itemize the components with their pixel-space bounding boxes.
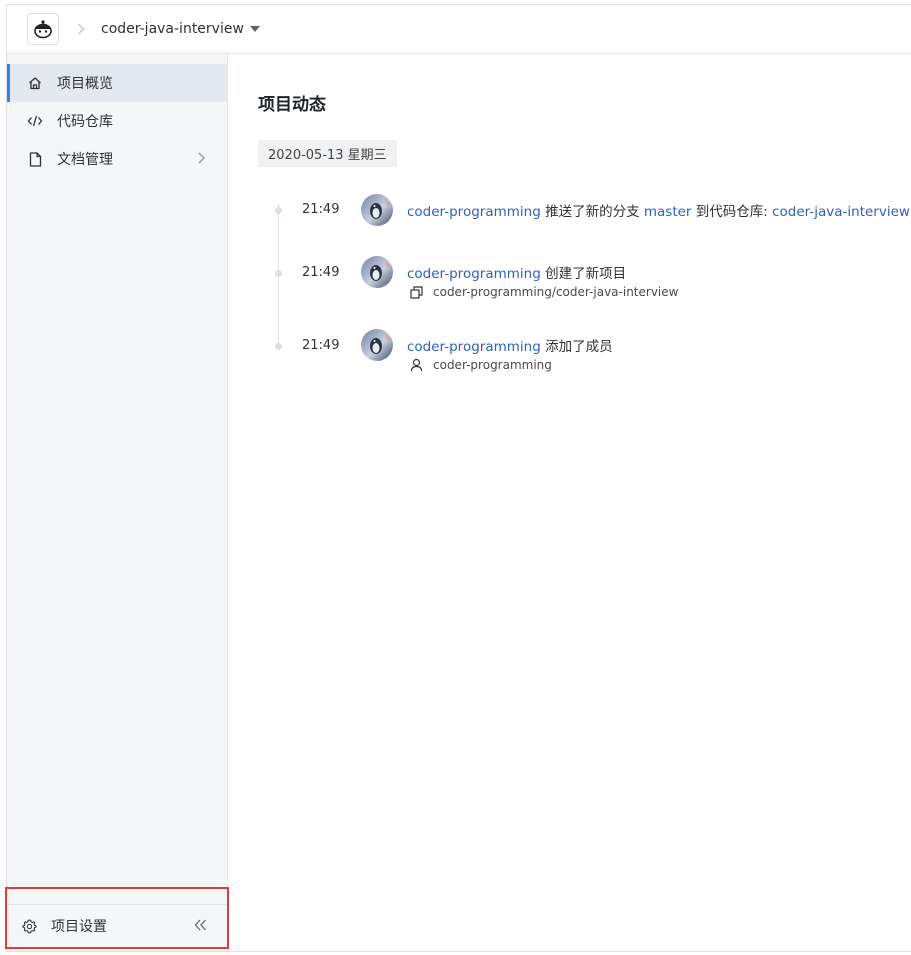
user-link[interactable]: coder-programming <box>407 204 541 220</box>
project-settings-button[interactable]: 项目设置 <box>7 904 227 947</box>
chevron-right-icon <box>198 152 205 168</box>
activity-text: coder-programming 推送了新的分支 master 到代码仓库: … <box>407 200 910 220</box>
activity-detail: coder-programming <box>409 358 552 372</box>
date-badge: 2020-05-13 星期三 <box>258 140 397 167</box>
timeline-dot <box>275 343 282 350</box>
activity-detail: coder-programming/coder-java-interview <box>409 285 678 299</box>
app-frame: coder-java-interview 项目概览 代码仓库 文档管理 项目动态… <box>6 4 911 952</box>
gear-icon <box>21 918 37 934</box>
top-bar: coder-java-interview <box>7 5 911 54</box>
caret-down-icon[interactable] <box>249 26 260 32</box>
mascot-logo-icon[interactable] <box>27 13 59 45</box>
sidebar-item-label: 代码仓库 <box>57 114 113 130</box>
activity-time: 21:49 <box>302 265 340 280</box>
activity-time: 21:49 <box>302 338 340 353</box>
sidebar-item-docs[interactable]: 文档管理 <box>7 140 227 178</box>
activity-action: 添加了成员 <box>540 339 613 355</box>
avatar[interactable] <box>361 256 393 288</box>
branch-link[interactable]: master <box>644 204 692 220</box>
copy-icon <box>409 285 423 299</box>
activity-action: 创建了新项目 <box>540 266 627 282</box>
sidebar-item-code[interactable]: 代码仓库 <box>7 102 227 140</box>
user-link[interactable]: coder-programming <box>407 339 541 355</box>
timeline-dot <box>275 270 282 277</box>
member-link[interactable]: coder-programming <box>433 358 552 372</box>
project-path-link[interactable]: coder-programming/coder-java-interview <box>433 285 678 299</box>
repo-link[interactable]: coder-java-interview <box>772 204 910 220</box>
home-icon <box>27 75 43 91</box>
sidebar: 项目概览 代码仓库 文档管理 <box>7 54 228 951</box>
settings-highlight: 项目设置 <box>5 887 229 949</box>
collapse-sidebar-icon[interactable] <box>194 919 207 935</box>
main-content: 项目动态 2020-05-13 星期三 21:49 coder-programm… <box>229 54 911 951</box>
breadcrumb-chevron-icon <box>71 23 91 35</box>
activity-action: 推送了新的分支 <box>540 204 644 220</box>
activity-middle: 到代码仓库: <box>691 204 773 220</box>
avatar[interactable] <box>361 194 393 226</box>
page-title: 项目动态 <box>258 95 326 115</box>
sidebar-item-label: 文档管理 <box>57 152 113 168</box>
activity-time: 21:49 <box>302 202 340 217</box>
sidebar-item-label: 项目概览 <box>57 76 113 92</box>
avatar[interactable] <box>361 329 393 361</box>
user-link[interactable]: coder-programming <box>407 266 541 282</box>
activity-text: coder-programming 创建了新项目 <box>407 262 626 282</box>
project-switcher[interactable]: coder-java-interview <box>101 21 244 37</box>
settings-label: 项目设置 <box>51 919 107 935</box>
sidebar-item-overview[interactable]: 项目概览 <box>7 64 227 102</box>
code-icon <box>27 113 43 129</box>
activity-text: coder-programming 添加了成员 <box>407 335 613 355</box>
user-icon <box>409 358 423 372</box>
document-icon <box>27 151 43 167</box>
timeline-dot <box>275 207 282 214</box>
